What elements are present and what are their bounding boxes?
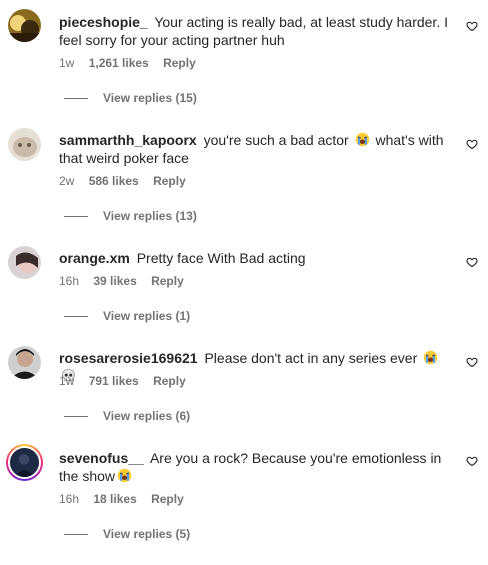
view-replies-label: View replies (5) — [103, 527, 191, 541]
reply-button[interactable]: Reply — [151, 492, 184, 506]
avatar[interactable] — [6, 444, 43, 481]
heart-outline-icon[interactable] — [466, 20, 478, 32]
view-replies-button[interactable]: View replies (5) — [64, 527, 190, 541]
reply-button[interactable]: Reply — [151, 274, 184, 288]
comment-time: 2w — [59, 174, 75, 188]
comment-meta: 1w 791 likes Reply — [59, 374, 197, 388]
view-replies-label: View replies (1) — [103, 309, 191, 323]
crying-face-icon — [355, 132, 369, 147]
replies-divider — [64, 416, 88, 418]
comment-username[interactable]: sammarthh_kapoorx — [59, 132, 197, 148]
comment-likes[interactable]: 1,261 likes — [89, 56, 149, 70]
reply-button[interactable]: Reply — [153, 174, 186, 188]
replies-divider — [64, 534, 88, 536]
comment-username[interactable]: sevenofus__ — [59, 450, 144, 466]
avatar[interactable] — [8, 346, 41, 379]
heart-outline-icon[interactable] — [466, 455, 478, 467]
heart-outline-icon[interactable] — [466, 138, 478, 150]
view-replies-label: View replies (6) — [103, 409, 191, 423]
comment-text: sevenofus__ Are you a rock? Because you'… — [59, 449, 449, 485]
comment-meta: 1w 1,261 likes Reply — [59, 56, 207, 70]
comment-meta: 16h 39 likes Reply — [59, 274, 195, 288]
comment-time: 1w — [59, 374, 75, 388]
view-replies-label: View replies (15) — [103, 91, 197, 105]
comment-username[interactable]: rosesarerosie169621 — [59, 350, 198, 366]
comment-username[interactable]: pieceshopie_ — [59, 14, 148, 30]
reply-button[interactable]: Reply — [153, 374, 186, 388]
view-replies-button[interactable]: View replies (1) — [64, 309, 190, 323]
comment-likes[interactable]: 586 likes — [89, 174, 139, 188]
comment-likes[interactable]: 39 likes — [93, 274, 136, 288]
avatar-photo-icon — [10, 448, 39, 477]
replies-divider — [64, 316, 88, 318]
replies-divider — [64, 216, 88, 218]
story-ring — [8, 446, 41, 479]
comment-time: 16h — [59, 274, 80, 288]
crying-face-icon — [117, 468, 132, 483]
avatar-photo-icon — [8, 246, 41, 279]
comment-time: 1w — [59, 56, 75, 70]
heart-outline-icon[interactable] — [466, 256, 478, 268]
avatar[interactable] — [8, 246, 41, 279]
comment-body: Pretty face With Bad acting — [136, 250, 306, 266]
view-replies-button[interactable]: View replies (15) — [64, 91, 197, 105]
comment-meta: 16h 18 likes Reply — [59, 492, 195, 506]
view-replies-button[interactable]: View replies (6) — [64, 409, 190, 423]
replies-divider — [64, 98, 88, 100]
comment-body: Please don't act in any series ever — [204, 350, 418, 366]
comment-username[interactable]: orange.xm — [59, 250, 130, 266]
comment-likes[interactable]: 18 likes — [93, 492, 136, 506]
view-replies-label: View replies (13) — [103, 209, 197, 223]
avatar-photo-icon — [8, 9, 41, 42]
reply-button[interactable]: Reply — [163, 56, 196, 70]
avatar[interactable] — [8, 9, 41, 42]
comment-text: sammarthh_kapoorx you're such a bad acto… — [59, 131, 449, 167]
view-replies-button[interactable]: View replies (13) — [64, 209, 197, 223]
comment-text: pieceshopie_ Your acting is really bad, … — [59, 13, 449, 49]
comment-meta: 2w 586 likes Reply — [59, 174, 197, 188]
heart-outline-icon[interactable] — [466, 356, 478, 368]
comment-likes[interactable]: 791 likes — [89, 374, 139, 388]
comment-text: orange.xm Pretty face With Bad acting — [59, 249, 449, 267]
comment-body: you're such a bad actor — [203, 132, 349, 148]
avatar-photo-icon — [8, 346, 41, 379]
crying-face-icon — [423, 350, 438, 365]
comment-time: 16h — [59, 492, 80, 506]
avatar-photo-icon — [8, 128, 41, 161]
avatar[interactable] — [8, 128, 41, 161]
